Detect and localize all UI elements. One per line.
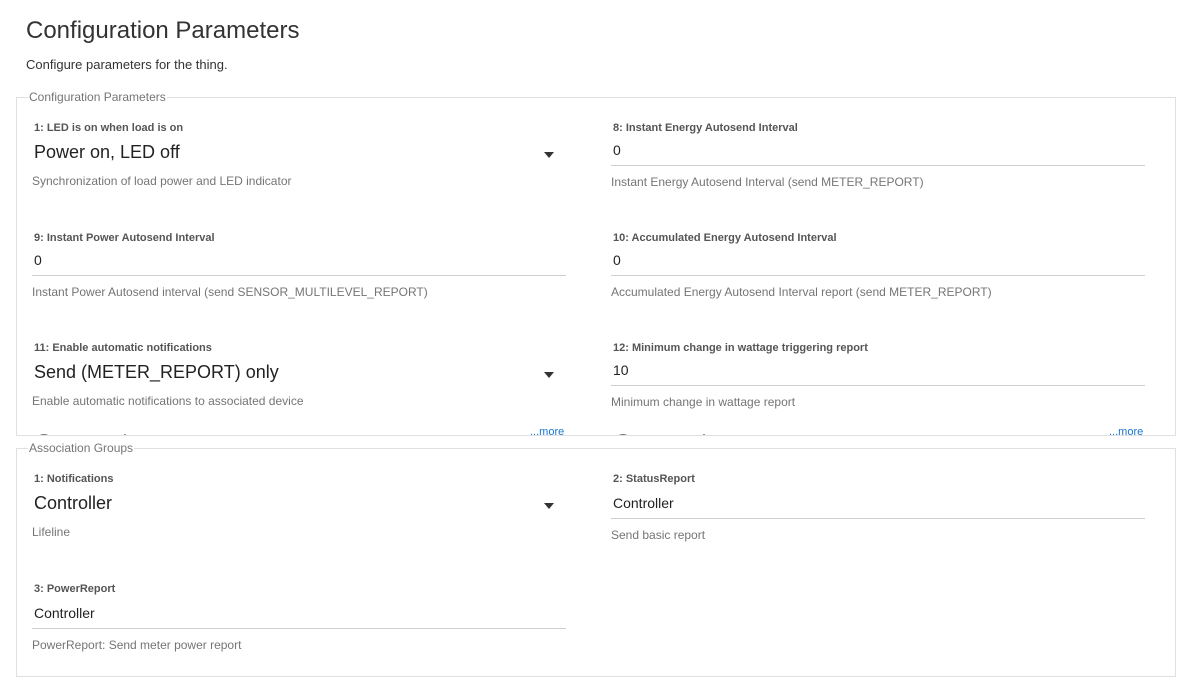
param-label: 9: Instant Power Autosend Interval — [34, 232, 215, 244]
param-label: 8: Instant Energy Autosend Interval — [613, 122, 798, 134]
instant-power-input[interactable]: 0 — [34, 252, 42, 268]
param-help: Lifeline — [32, 525, 71, 539]
loading-spinner-icon — [614, 434, 632, 435]
config-parameters-group: Configuration Parameters 1: LED is on wh… — [16, 90, 1176, 436]
accumulated-energy-input[interactable]: 0 — [613, 252, 621, 268]
assoc-notifications-select[interactable]: 1: Notifications Controller Lifeline — [32, 473, 566, 553]
more-link-left[interactable]: ...more — [530, 426, 564, 435]
assoc-status-report: 2: StatusReport Controller Send basic re… — [611, 473, 1145, 553]
param-led-select[interactable]: 1: LED is on when load is on Power on, L… — [32, 122, 566, 202]
loading-dot-icon — [124, 434, 126, 435]
param-label: 12: Minimum change in wattage triggering… — [613, 342, 868, 354]
param-instant-power-interval: 9: Instant Power Autosend Interval 0 Ins… — [32, 232, 566, 312]
association-groups-group: Association Groups 1: Notifications Cont… — [16, 441, 1176, 677]
input-underline — [611, 518, 1145, 519]
input-underline — [611, 165, 1145, 166]
param-help: Send basic report — [611, 528, 706, 542]
instant-energy-input[interactable]: 0 — [613, 142, 621, 158]
input-underline — [611, 275, 1145, 276]
input-underline — [32, 628, 566, 629]
param-instant-energy-interval: 8: Instant Energy Autosend Interval 0 In… — [611, 122, 1145, 202]
input-underline — [611, 385, 1145, 386]
param-automatic-notifications-select[interactable]: 11: Enable automatic notifications Send … — [32, 342, 566, 422]
page-subtitle: Configure parameters for the thing. — [26, 57, 228, 72]
min-wattage-input[interactable]: 10 — [613, 362, 629, 378]
param-label: 1: Notifications — [34, 473, 114, 485]
param-help: Synchronization of load power and LED in… — [32, 174, 292, 188]
config-group-legend: Configuration Parameters — [29, 90, 166, 104]
caret-down-icon[interactable] — [544, 503, 554, 509]
power-report-input[interactable]: Controller — [34, 605, 95, 621]
param-label: 2: StatusReport — [613, 473, 695, 485]
input-underline — [32, 275, 566, 276]
more-link-right[interactable]: ...more — [1109, 426, 1143, 435]
page-title: Configuration Parameters — [26, 17, 300, 44]
param-label: 3: PowerReport — [34, 583, 116, 595]
select-value[interactable]: Power on, LED off — [34, 142, 180, 163]
assoc-group-legend: Association Groups — [29, 441, 134, 455]
param-help: Instant Power Autosend interval (send SE… — [32, 285, 428, 299]
select-value[interactable]: Send (METER_REPORT) only — [34, 362, 279, 383]
param-help: PowerReport: Send meter power report — [32, 638, 242, 652]
param-label: 1: LED is on when load is on — [34, 122, 184, 134]
param-help: Enable automatic notifications to associ… — [32, 394, 304, 408]
param-help: Instant Energy Autosend Interval (send M… — [611, 175, 924, 189]
param-min-wattage-change: 12: Minimum change in wattage triggering… — [611, 342, 1145, 422]
select-value[interactable]: Controller — [34, 493, 112, 514]
loading-dot-icon — [703, 434, 705, 435]
status-report-input[interactable]: Controller — [613, 495, 674, 511]
loading-spinner-icon — [35, 434, 53, 435]
param-help: Accumulated Energy Autosend Interval rep… — [611, 285, 992, 299]
param-label: 11: Enable automatic notifications — [34, 342, 212, 354]
param-accumulated-energy-interval: 10: Accumulated Energy Autosend Interval… — [611, 232, 1145, 312]
caret-down-icon[interactable] — [544, 372, 554, 378]
param-help: Minimum change in wattage report — [611, 395, 796, 409]
caret-down-icon[interactable] — [544, 152, 554, 158]
assoc-power-report: 3: PowerReport Controller PowerReport: S… — [32, 583, 566, 663]
param-label: 10: Accumulated Energy Autosend Interval — [613, 232, 837, 244]
